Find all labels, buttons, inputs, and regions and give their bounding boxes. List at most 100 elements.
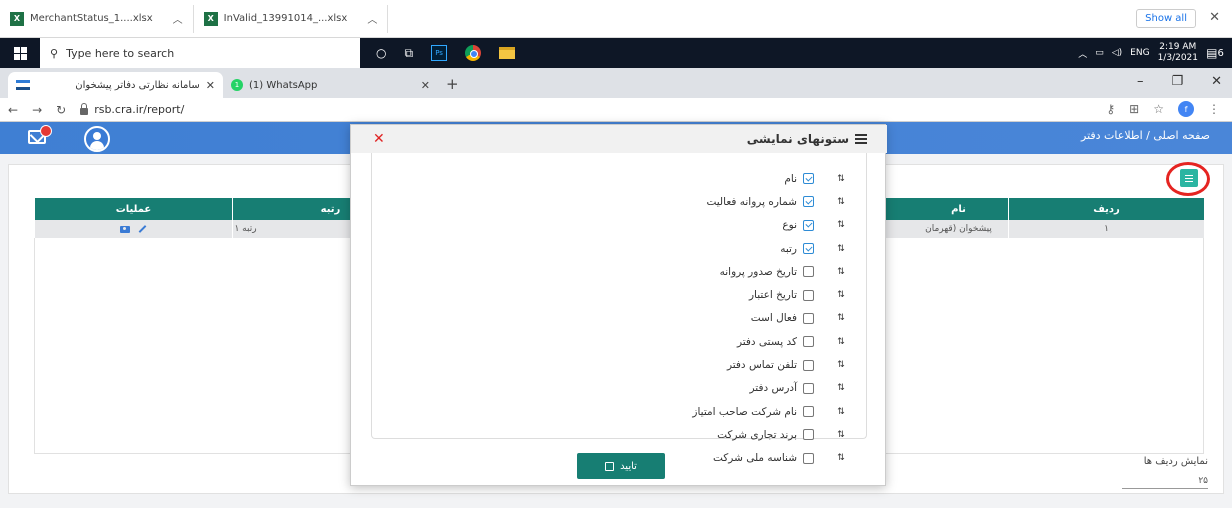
column-checkbox[interactable] xyxy=(803,173,814,185)
column-option[interactable]: ⇅ شماره پروانه فعالیت xyxy=(548,190,848,213)
column-checkbox[interactable] xyxy=(803,312,814,324)
column-checkbox[interactable] xyxy=(803,452,814,464)
column-option-label: تلفن تماس دفتر xyxy=(726,359,797,372)
volume-icon[interactable]: ◁) xyxy=(1112,48,1122,58)
network-icon[interactable]: ▭ xyxy=(1095,48,1104,58)
sort-icon[interactable]: ⇅ xyxy=(834,453,848,463)
annotation-circle xyxy=(1166,162,1210,196)
url-field[interactable]: rsb.cra.ir/report/ xyxy=(80,102,185,116)
chevron-up-icon[interactable]: ︿ xyxy=(1078,47,1087,60)
cortana-icon[interactable]: ○ xyxy=(376,46,386,60)
restore-icon[interactable]: ❐ xyxy=(1171,74,1183,89)
tab-whatsapp[interactable]: 1 (1) WhatsApp ✕ xyxy=(223,72,438,98)
column-option[interactable]: ⇅ رتبه xyxy=(548,237,848,260)
back-icon[interactable]: ← xyxy=(8,103,18,117)
close-icon[interactable]: ✕ xyxy=(373,131,385,147)
clock[interactable]: 2:19 AM 1/3/2021 xyxy=(1158,42,1198,64)
column-option-label: نام شرکت صاحب امتیاز xyxy=(692,405,797,418)
new-tab-button[interactable]: + xyxy=(438,75,467,98)
column-checkbox[interactable] xyxy=(803,243,814,255)
translate-icon[interactable]: ⊞ xyxy=(1129,102,1139,116)
photoshop-icon[interactable]: Ps xyxy=(431,45,448,61)
language-indicator[interactable]: ENG xyxy=(1130,48,1149,58)
column-option[interactable]: ⇅ نام شرکت صاحب امتیاز xyxy=(548,400,848,423)
start-button[interactable] xyxy=(0,38,40,68)
column-option[interactable]: ⇅ نام xyxy=(548,167,848,190)
column-checkbox[interactable] xyxy=(803,289,814,301)
star-icon[interactable]: ☆ xyxy=(1153,102,1164,116)
close-icon[interactable]: ✕ xyxy=(1209,10,1220,25)
close-icon[interactable]: ✕ xyxy=(421,79,430,92)
column-header-index[interactable]: ردیف xyxy=(1008,198,1204,220)
sort-icon[interactable]: ⇅ xyxy=(834,430,848,440)
column-checkbox[interactable] xyxy=(803,359,814,371)
column-option-label: شماره پروانه فعالیت xyxy=(706,195,797,208)
sort-icon[interactable]: ⇅ xyxy=(834,407,848,417)
column-checkbox[interactable] xyxy=(803,219,814,231)
notification-icon[interactable]: ▤ 6 xyxy=(1206,44,1224,62)
more-menu-icon[interactable]: ⋮ xyxy=(1208,102,1220,116)
column-option[interactable]: ⇅ کد پستی دفتر xyxy=(548,330,848,353)
windows-logo-icon xyxy=(13,46,27,60)
chevron-up-icon[interactable]: ︿ xyxy=(173,11,183,26)
column-checkbox[interactable] xyxy=(803,406,814,418)
minimize-icon[interactable]: – xyxy=(1137,74,1144,89)
list-icon xyxy=(855,134,867,144)
sort-icon[interactable]: ⇅ xyxy=(834,220,848,230)
column-option[interactable]: ⇅ تاریخ اعتبار xyxy=(548,283,848,306)
notification-count: 6 xyxy=(1217,47,1224,59)
column-header-operations[interactable]: عملیات xyxy=(34,198,232,220)
close-icon[interactable]: ✕ xyxy=(206,79,215,92)
close-window-icon[interactable]: ✕ xyxy=(1211,74,1222,89)
site-favicon-icon xyxy=(16,80,30,90)
column-option[interactable]: ⇅ تاریخ صدور پروانه xyxy=(548,260,848,283)
sort-icon[interactable]: ⇅ xyxy=(834,267,848,277)
column-checkbox[interactable] xyxy=(803,196,814,208)
confirm-button[interactable]: تایید xyxy=(577,453,665,479)
cell-index: ۱ xyxy=(1008,220,1204,238)
download-item[interactable]: X MerchantStatus_1....xlsx ︿ xyxy=(0,4,194,33)
reload-icon[interactable]: ↻ xyxy=(56,103,66,117)
taskbar-search[interactable]: ⚲ Type here to search xyxy=(40,38,360,68)
sort-icon[interactable]: ⇅ xyxy=(834,174,848,184)
rows-per-page-select[interactable]: ۲۵ xyxy=(1122,476,1208,489)
profile-avatar[interactable]: f xyxy=(1178,101,1194,117)
modal-title-text: ستونهای نمایشی xyxy=(746,132,849,146)
windows-taskbar: ⚲ Type here to search ○ ⧉ Ps ︿ ▭ ◁) ENG … xyxy=(0,38,1232,68)
column-list: ⇅ نام ⇅ شماره پروانه فعالیت ⇅ نوع ⇅ رتبه ⇅ تاریخ … xyxy=(548,167,848,470)
clock-time: 2:19 AM xyxy=(1159,42,1197,52)
sort-icon[interactable]: ⇅ xyxy=(834,290,848,300)
sort-icon[interactable]: ⇅ xyxy=(834,383,848,393)
key-icon[interactable]: ⚷ xyxy=(1106,102,1115,116)
forward-icon[interactable]: → xyxy=(32,103,42,117)
column-option[interactable]: ⇅ نوع xyxy=(548,214,848,237)
sort-icon[interactable]: ⇅ xyxy=(834,313,848,323)
edit-icon[interactable] xyxy=(138,225,147,233)
camera-icon[interactable] xyxy=(120,225,130,233)
browser-tab-strip: سامانه نظارتی دفاتر پیشخوان ✕ 1 (1) What… xyxy=(0,68,1232,98)
column-option[interactable]: ⇅ آدرس دفتر xyxy=(548,377,848,400)
column-option[interactable]: ⇅ تلفن تماس دفتر xyxy=(548,353,848,376)
chrome-icon[interactable] xyxy=(465,45,482,61)
column-checkbox[interactable] xyxy=(803,382,814,394)
column-checkbox[interactable] xyxy=(803,429,814,441)
column-option[interactable]: ⇅ برند تجاری شرکت xyxy=(548,423,848,446)
sort-icon[interactable]: ⇅ xyxy=(834,197,848,207)
chevron-up-icon[interactable]: ︿ xyxy=(367,11,377,26)
user-avatar-icon[interactable] xyxy=(84,126,110,152)
tab-sazman[interactable]: سامانه نظارتی دفاتر پیشخوان ✕ xyxy=(8,72,223,98)
task-view-icon[interactable]: ⧉ xyxy=(404,46,413,61)
download-item[interactable]: X InValid_13991014_...xlsx ︿ xyxy=(194,4,389,33)
column-option-label: آدرس دفتر xyxy=(749,382,797,395)
url-text: rsb.cra.ir/report/ xyxy=(94,103,185,116)
sort-icon[interactable]: ⇅ xyxy=(834,360,848,370)
column-checkbox[interactable] xyxy=(803,266,814,278)
show-all-button[interactable]: Show all xyxy=(1136,9,1196,28)
breadcrumb[interactable]: صفحه اصلی / اطلاعات دفتر xyxy=(1081,129,1210,142)
column-option-label: رتبه xyxy=(780,242,797,255)
column-option[interactable]: ⇅ فعال است xyxy=(548,307,848,330)
sort-icon[interactable]: ⇅ xyxy=(834,244,848,254)
sort-icon[interactable]: ⇅ xyxy=(834,337,848,347)
file-explorer-icon[interactable] xyxy=(499,47,516,59)
column-checkbox[interactable] xyxy=(803,336,814,348)
